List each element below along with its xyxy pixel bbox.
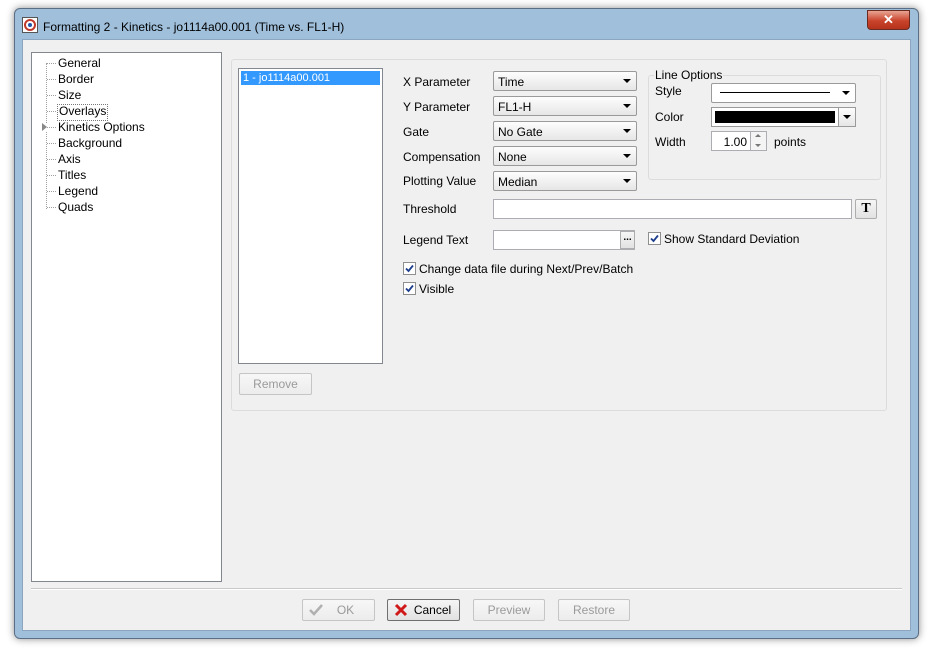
tree-connector — [46, 63, 47, 209]
arrow-up-icon — [755, 134, 761, 137]
tree-item-titles[interactable]: Titles — [57, 168, 87, 183]
ok-label: OK — [336, 603, 355, 617]
preview-button[interactable]: Preview — [473, 599, 545, 621]
x-parameter-select[interactable]: Time — [493, 71, 637, 91]
gate-select[interactable]: No Gate — [493, 121, 637, 141]
y-parameter-select[interactable]: FL1-H — [493, 96, 637, 116]
tree-item-size[interactable]: Size — [57, 88, 82, 103]
tree-connector — [47, 79, 56, 80]
tree-connector — [47, 111, 56, 112]
change-data-file-label: Change data file during Next/Prev/Batch — [419, 262, 634, 276]
style-label: Style — [655, 84, 682, 98]
width-unit-label: points — [774, 135, 807, 149]
checkmark-icon — [405, 264, 414, 273]
tree-connector — [47, 127, 56, 128]
color-dropdown-button[interactable] — [838, 108, 855, 126]
plotting-value-value: Median — [498, 175, 538, 189]
visible-label: Visible — [419, 282, 455, 296]
chevron-down-icon — [843, 115, 851, 119]
y-parameter-label: Y Parameter — [403, 100, 471, 114]
width-label: Width — [655, 135, 686, 149]
legend-text-label: Legend Text — [403, 233, 469, 247]
compensation-label: Compensation — [403, 150, 481, 164]
threshold-text-button[interactable]: T — [855, 199, 877, 219]
line-width-stepper[interactable]: 1.00 — [711, 131, 767, 151]
plotting-value-select[interactable]: Median — [493, 171, 637, 191]
tree-item-overlays[interactable]: Overlays — [57, 104, 109, 121]
tree-connector — [47, 159, 56, 160]
change-data-file-checkbox[interactable] — [403, 262, 416, 275]
x-parameter-value: Time — [498, 75, 525, 89]
spin-down-button[interactable] — [750, 141, 766, 150]
line-width-value: 1.00 — [723, 135, 747, 149]
legend-text-input[interactable] — [493, 230, 635, 250]
dialog-body: General Border Size Overlays Kinetics Option… — [22, 39, 911, 631]
threshold-label: Threshold — [403, 202, 457, 216]
y-parameter-value: FL1-H — [498, 100, 532, 114]
line-style-preview — [720, 92, 830, 93]
checkmark-icon — [405, 284, 414, 293]
window-title: Formatting 2 - Kinetics - jo1114a00.001 … — [43, 20, 345, 34]
tree-item-axis[interactable]: Axis — [57, 152, 82, 167]
cancel-button[interactable]: Cancel — [387, 599, 460, 621]
color-label: Color — [655, 110, 684, 124]
close-icon — [394, 603, 408, 617]
x-parameter-label: X Parameter — [403, 75, 471, 89]
arrow-down-icon — [755, 144, 761, 147]
chevron-down-icon — [623, 179, 631, 183]
tree-connector — [47, 207, 56, 208]
remove-button[interactable]: Remove — [239, 373, 312, 395]
plotting-value-label: Plotting Value — [403, 174, 477, 188]
tree-item-background[interactable]: Background — [57, 136, 123, 151]
footer-separator — [31, 588, 902, 590]
title-bar[interactable]: Formatting 2 - Kinetics - jo1114a00.001 … — [15, 9, 918, 39]
app-logo-icon — [22, 17, 38, 33]
compensation-select[interactable]: None — [493, 146, 637, 166]
tree-item-general[interactable]: General — [57, 56, 102, 71]
chevron-down-icon — [623, 154, 631, 158]
checkmark-icon — [650, 234, 659, 243]
restore-button[interactable]: Restore — [558, 599, 630, 621]
chevron-down-icon — [623, 104, 631, 108]
close-button[interactable]: ✕ — [867, 10, 910, 30]
tree-connector — [47, 63, 56, 64]
line-options-title: Line Options — [654, 68, 724, 82]
tree-connector — [47, 95, 56, 96]
expand-arrow-icon[interactable] — [42, 123, 47, 131]
color-swatch — [715, 111, 835, 123]
gate-label: Gate — [403, 125, 430, 139]
category-tree[interactable]: General Border Size Overlays Kinetics Option… — [31, 52, 222, 582]
tree-item-kinetics-options[interactable]: Kinetics Options — [57, 120, 146, 135]
tree-connector — [47, 143, 56, 144]
checkmark-icon — [309, 604, 323, 616]
chevron-down-icon — [842, 91, 850, 95]
tree-item-legend[interactable]: Legend — [57, 184, 99, 199]
tree-connector — [47, 175, 56, 176]
tree-item-border[interactable]: Border — [57, 72, 95, 87]
legend-ellipsis-button[interactable]: ... — [620, 231, 635, 249]
line-style-select[interactable] — [711, 83, 856, 103]
overlay-list-item[interactable]: 1 - jo1114a00.001 — [241, 71, 380, 85]
formatting-dialog: Formatting 2 - Kinetics - jo1114a00.001 … — [14, 8, 919, 639]
compensation-value: None — [498, 150, 527, 164]
chevron-down-icon — [623, 79, 631, 83]
show-std-dev-label: Show Standard Deviation — [664, 232, 800, 246]
threshold-input[interactable] — [493, 199, 852, 219]
show-std-dev-checkbox[interactable] — [648, 232, 661, 245]
line-color-select[interactable] — [711, 107, 856, 127]
gate-value: No Gate — [498, 125, 543, 139]
tree-item-quads[interactable]: Quads — [57, 200, 94, 215]
overlay-list[interactable]: 1 - jo1114a00.001 — [238, 68, 383, 364]
visible-checkbox[interactable] — [403, 282, 416, 295]
chevron-down-icon — [623, 129, 631, 133]
ok-button[interactable]: OK — [302, 599, 375, 621]
tree-connector — [47, 191, 56, 192]
